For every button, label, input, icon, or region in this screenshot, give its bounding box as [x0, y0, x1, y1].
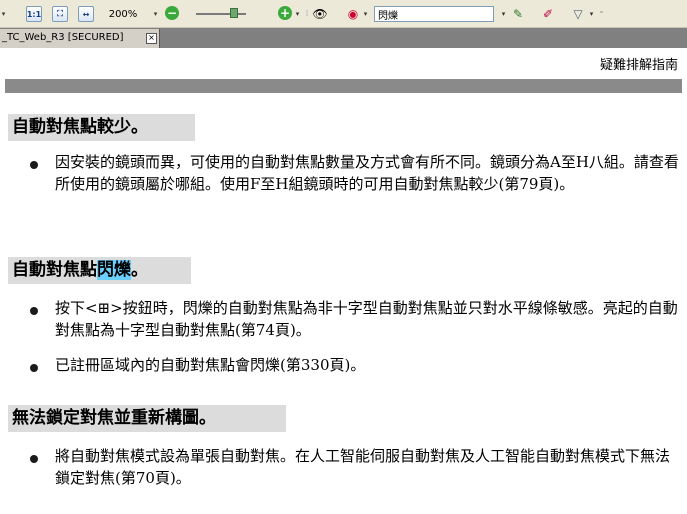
heading-text: 。 — [131, 260, 148, 280]
header-rule — [5, 79, 682, 93]
toolbar: ▾ 1:1 ⛶ ↔ 200% ▾ − + ▾ ⁞ 👁 ◉ ▾ 閃爍 ▾ ✎ ✐ … — [0, 0, 687, 28]
heading-text: 自動對焦點 — [12, 260, 97, 280]
search-dropdown-icon[interactable]: ▾ — [500, 6, 507, 22]
user-dropdown-icon[interactable]: ▾ — [362, 6, 369, 22]
binoculars-icon[interactable]: 👁 — [312, 6, 328, 22]
close-icon[interactable]: × — [146, 33, 157, 44]
highlighter-dropdown-icon[interactable]: ▾ — [588, 6, 595, 22]
dropdown-arrow-icon[interactable]: ▾ — [0, 6, 7, 22]
tab-title: _TC_Web_R3 [SECURED] — [2, 32, 124, 43]
pen-icon[interactable]: ✐ — [540, 6, 556, 22]
zoom-slider-thumb[interactable] — [230, 8, 238, 18]
fit-page-icon[interactable]: ⛶ — [52, 6, 68, 22]
search-input[interactable]: 閃爍 — [374, 6, 494, 22]
bullet-text: 因安裝的鏡頭而異，可使用的自動對焦點數量及方式會有所不同。鏡頭分為A至H八組。請… — [55, 153, 679, 193]
zoom-in-icon[interactable]: + — [278, 6, 292, 20]
bullet-text: 按下<⊞>按鈕時，閃爍的自動對焦點為非十字型自動對焦點並只對水平線條敏感。亮起的… — [55, 299, 678, 339]
bullet-icon — [30, 307, 38, 315]
tab-strip: _TC_Web_R3 [SECURED] × — [0, 28, 687, 48]
toolbar-overflow-icon[interactable]: ⁼ — [598, 6, 605, 22]
zoom-in-dropdown-icon[interactable]: ▾ — [294, 6, 301, 22]
zoom-slider[interactable] — [196, 13, 246, 15]
tab-document[interactable]: _TC_Web_R3 [SECURED] × — [0, 29, 160, 48]
zoom-level-field[interactable]: 200% — [104, 6, 142, 22]
highlighter-icon[interactable]: ▽ — [570, 6, 586, 22]
bullet-icon — [30, 455, 38, 463]
bullet-text: 將自動對焦模式設為單張自動對焦。在人工智能伺服自動對焦及人工智能自動對焦模式下無… — [55, 447, 671, 487]
bullet-text: 已註冊區域內的自動對焦點會閃爍(第330頁)。 — [55, 356, 366, 374]
zoom-dropdown-icon[interactable]: ▾ — [152, 6, 159, 22]
search-highlight: 閃爍 — [97, 260, 131, 280]
actual-size-icon[interactable]: 1:1 — [26, 6, 42, 22]
bullet-icon — [30, 364, 38, 372]
section-heading: 無法鎖定對焦並重新構圖。 — [8, 405, 286, 432]
toolbar-separator: ⁞ — [305, 9, 309, 19]
zoom-out-icon[interactable]: − — [165, 6, 179, 20]
bullet-icon — [30, 161, 38, 169]
page-header: 疑難排解指南 — [599, 58, 678, 73]
section-heading: 自動對焦點閃爍。 — [8, 257, 191, 284]
tools-icon[interactable]: ✎ — [510, 6, 526, 22]
fit-width-icon[interactable]: ↔ — [78, 6, 94, 22]
section-heading: 自動對焦點較少。 — [8, 114, 195, 141]
user-icon[interactable]: ◉ — [345, 6, 361, 22]
